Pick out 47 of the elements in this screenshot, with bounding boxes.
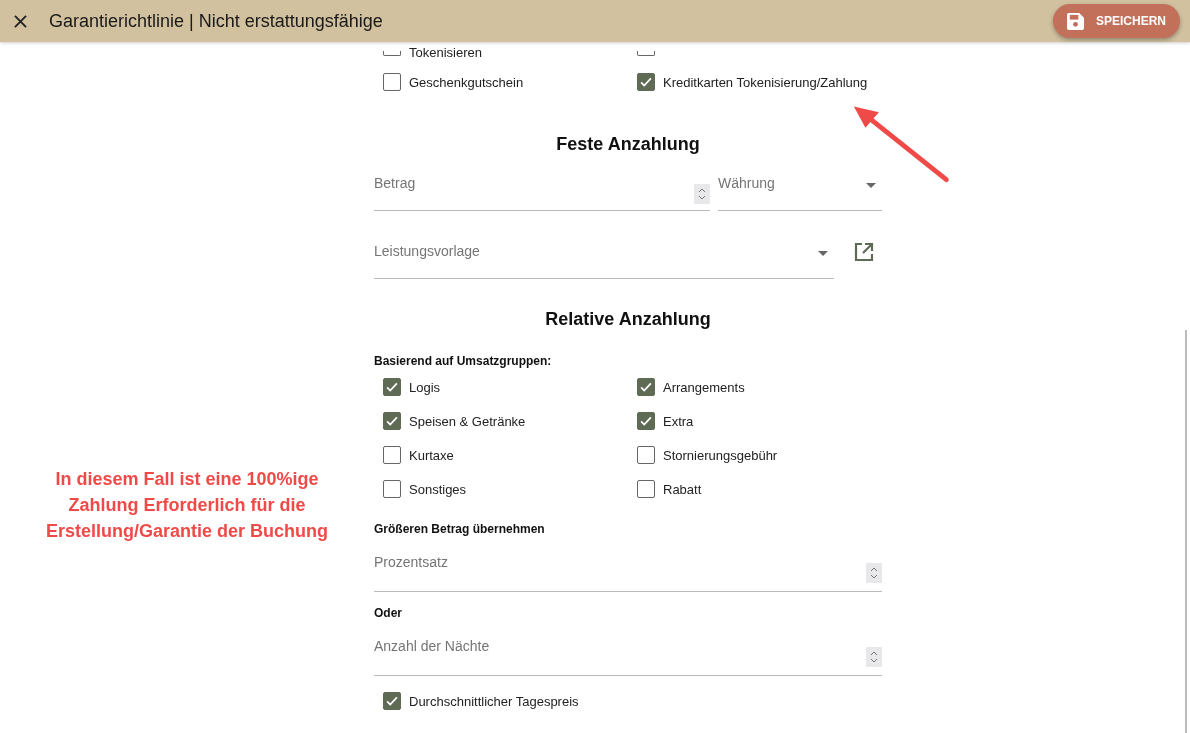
input-field[interactable]: Währung xyxy=(718,171,882,211)
input-field[interactable]: Anzahl der Nächte xyxy=(374,634,882,676)
input-field[interactable]: Prozentsatz xyxy=(374,550,882,592)
open-external-icon[interactable] xyxy=(854,242,874,262)
group-label: Oder xyxy=(374,606,403,620)
dialog-title: Garantierichtlinie | Nicht erstattungsfähige xyxy=(49,10,383,32)
annotation-text: In diesem Fall ist eine 100%ige Zahlung Erforderlich für die Erstellung/Garantie der Buchung xyxy=(44,468,329,543)
section-heading: Feste Anzahlung xyxy=(555,134,701,155)
checkbox-label: Tokenisieren xyxy=(409,46,482,60)
checkbox[interactable] xyxy=(637,480,655,498)
group-label: Basierend auf Umsatzgruppen: xyxy=(374,354,553,368)
checkbox-label: Speisen & Getränke xyxy=(409,413,526,429)
checkbox-label: Kreditkarten Tokenisierung/Zahlung xyxy=(663,74,868,90)
checkbox[interactable] xyxy=(637,378,655,396)
checkbox-label: Kurtaxe xyxy=(409,447,454,463)
checkbox-label: Rabatt xyxy=(663,481,702,497)
checkbox[interactable] xyxy=(383,692,401,710)
input-field[interactable]: Betrag xyxy=(374,171,710,211)
input-field[interactable]: Leistungsvorlage xyxy=(374,239,834,279)
checkbox[interactable] xyxy=(383,50,401,56)
dropdown-caret-icon[interactable] xyxy=(818,251,828,256)
checkbox-label: Durchschnittlicher Tagespreis xyxy=(409,693,579,709)
checkbox-label: Geschenkgutschein xyxy=(409,74,524,90)
checkbox-label: Arrangements xyxy=(663,379,745,395)
spinner-icon[interactable] xyxy=(866,563,882,583)
checkbox[interactable] xyxy=(637,446,655,464)
checkbox[interactable] xyxy=(637,50,655,56)
close-icon[interactable] xyxy=(14,14,27,28)
checkbox[interactable] xyxy=(383,412,401,430)
checkbox-label: Sonstiges xyxy=(409,481,467,497)
checkbox[interactable] xyxy=(637,412,655,430)
checkbox-label: Extra xyxy=(663,413,694,429)
checkbox[interactable] xyxy=(383,446,401,464)
spinner-icon[interactable] xyxy=(694,184,710,204)
save-icon xyxy=(1067,12,1084,30)
checkbox[interactable] xyxy=(383,378,401,396)
save-button[interactable]: SPEICHERN xyxy=(1053,4,1180,38)
group-label: Größeren Betrag übernehmen xyxy=(374,522,546,536)
checkbox[interactable] xyxy=(383,73,401,91)
checkbox-label: Logis xyxy=(409,379,441,395)
checkbox[interactable] xyxy=(637,73,655,91)
section-heading: Relative Anzahlung xyxy=(544,309,712,330)
checkbox[interactable] xyxy=(383,480,401,498)
dropdown-caret-icon[interactable] xyxy=(866,183,876,188)
checkbox-label: Stornierungsgebühr xyxy=(663,447,778,463)
scrollbar[interactable] xyxy=(1185,330,1187,733)
spinner-icon[interactable] xyxy=(866,647,882,667)
